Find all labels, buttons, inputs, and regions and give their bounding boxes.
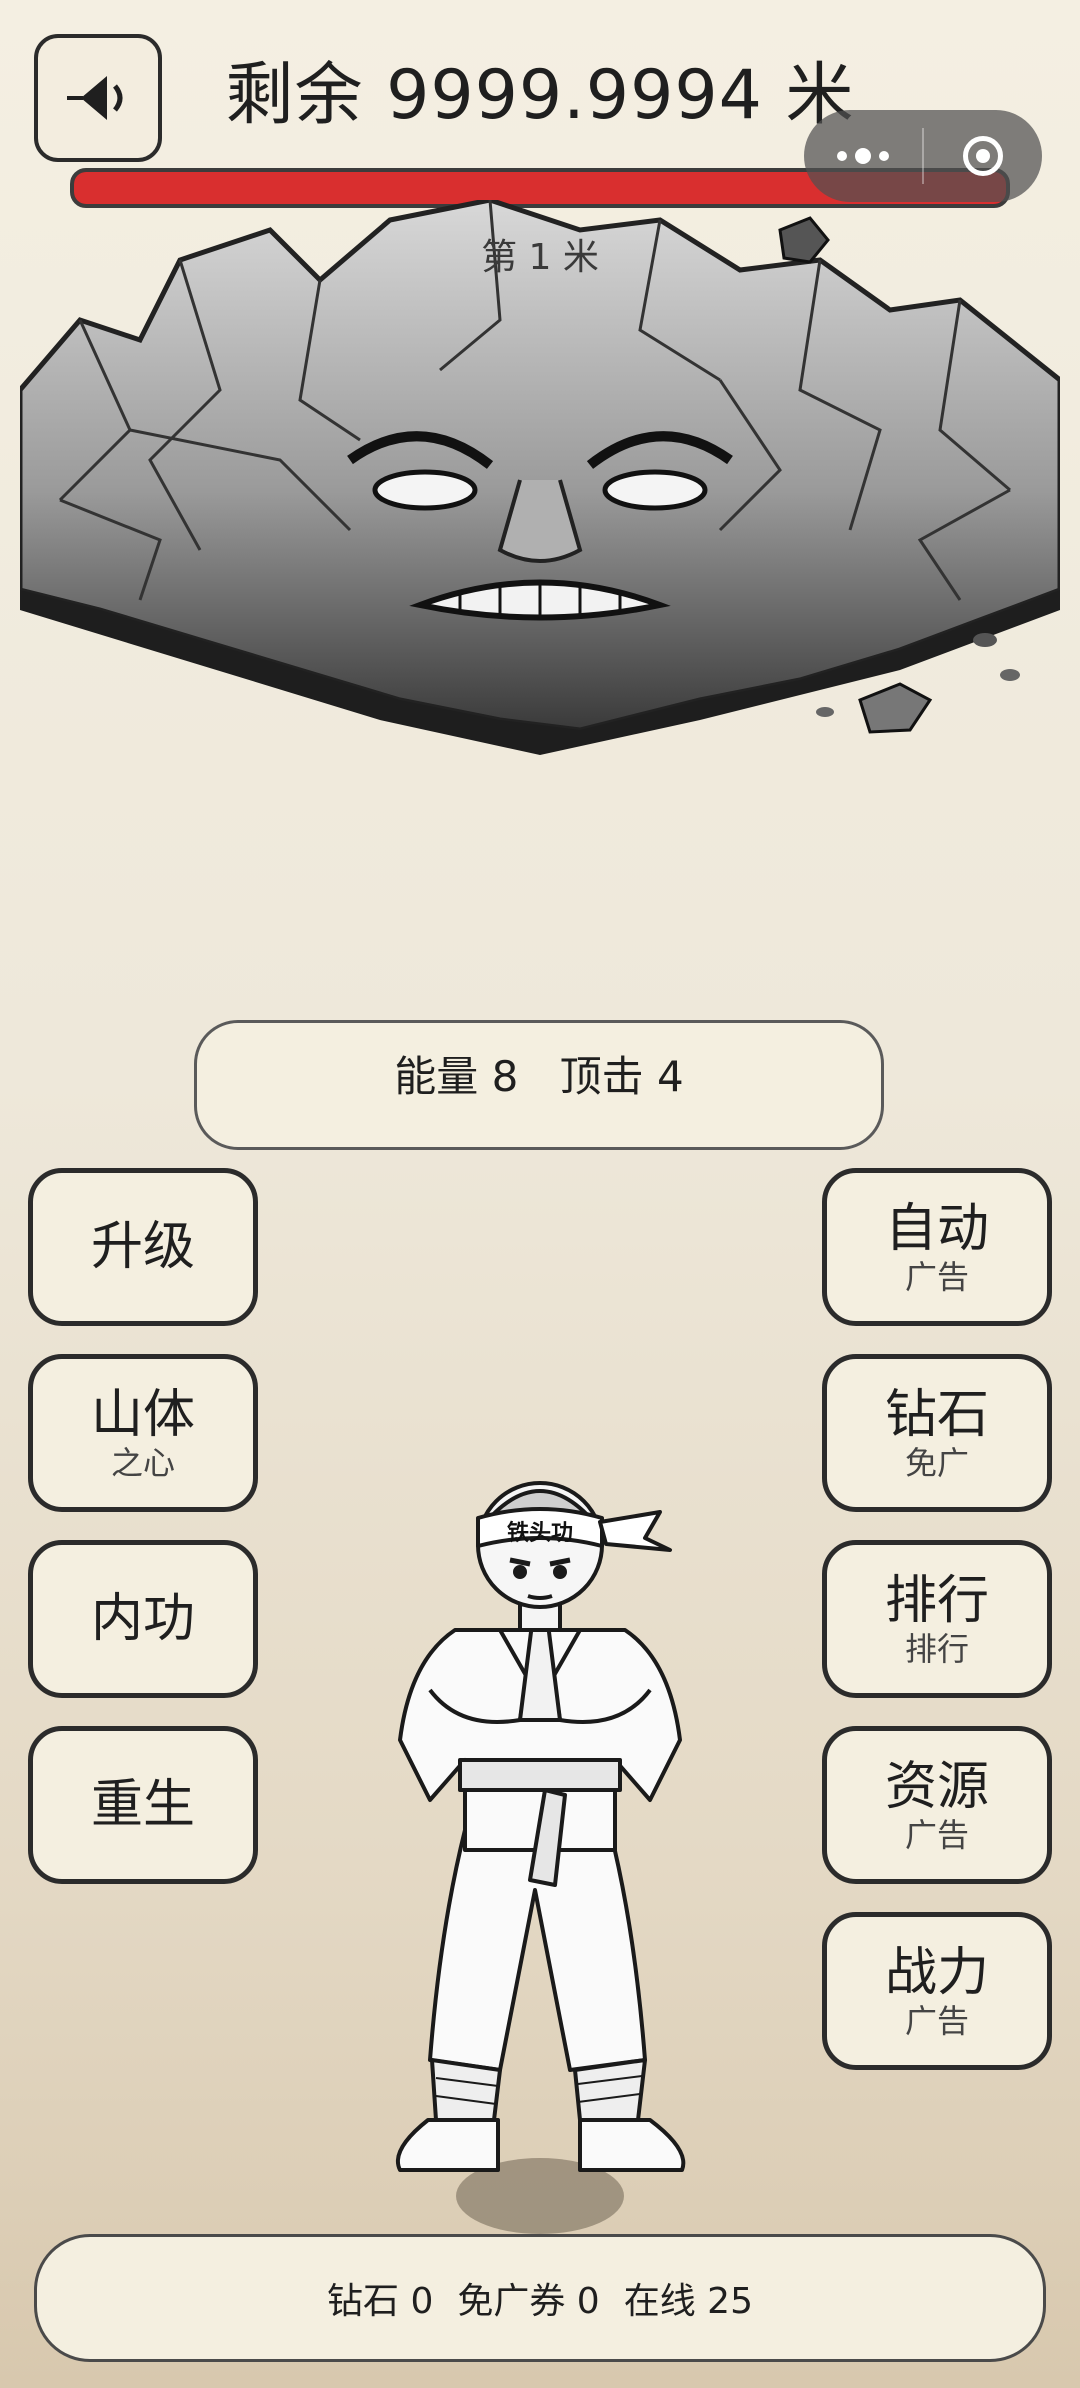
resource-button[interactable]: 资源 广告 (822, 1726, 1052, 1884)
stats-panel: 能量 8 顶击 4 (194, 1020, 884, 1150)
headband-text: 铁头功 (507, 1520, 573, 1546)
more-menu-button[interactable] (804, 110, 922, 202)
miniprogram-capsule (804, 110, 1042, 202)
resource-label: 资源 (884, 1757, 989, 1817)
more-dots-icon (837, 148, 889, 164)
energy-stat: 能量 8 (394, 1052, 519, 1101)
auto-button[interactable]: 自动 广告 (822, 1168, 1052, 1326)
online-count: 在线 25 (623, 2281, 753, 2322)
hits-stat: 顶击 4 (559, 1052, 684, 1101)
rebirth-label: 重生 (90, 1775, 195, 1835)
ranking-button[interactable]: 排行 排行 (822, 1540, 1052, 1698)
iron-head-kid-character: 铁头功 (395, 1481, 686, 2172)
diamond-count: 钻石 0 (327, 2281, 434, 2322)
inner-skill-button[interactable]: 内功 (28, 1540, 258, 1698)
resource-footer: 钻石 0 免广券 0 在线 25 (34, 2234, 1046, 2362)
ad-ticket-count: 免广券 0 (457, 2281, 600, 2322)
power-sublabel: 广告 (904, 2002, 969, 2040)
current-meter-label: 第 1 米 (481, 237, 599, 278)
rebirth-button[interactable]: 重生 (28, 1726, 258, 1884)
target-close-icon (963, 136, 1003, 176)
upgrade-label: 升级 (90, 1217, 195, 1277)
mountain-sublabel: 之心 (110, 1444, 175, 1482)
diamond-label: 钻石 (884, 1385, 989, 1445)
mountain-heart-button[interactable]: 山体 之心 (28, 1354, 258, 1512)
inner-skill-label: 内功 (90, 1589, 195, 1649)
upgrade-button[interactable]: 升级 (28, 1168, 258, 1326)
auto-label: 自动 (884, 1199, 989, 1259)
auto-sublabel: 广告 (904, 1258, 969, 1296)
diamond-button[interactable]: 钻石 免广 (822, 1354, 1052, 1512)
mountain-label: 山体 (90, 1385, 195, 1445)
boulder-monster[interactable] (20, 200, 1060, 760)
ranking-sublabel: 排行 (904, 1630, 969, 1668)
diamond-sublabel: 免广 (904, 1444, 969, 1482)
power-label: 战力 (884, 1943, 989, 2003)
power-button[interactable]: 战力 广告 (822, 1912, 1052, 2070)
ranking-label: 排行 (884, 1571, 989, 1631)
close-miniprogram-button[interactable] (924, 110, 1042, 202)
resource-sublabel: 广告 (904, 1816, 969, 1854)
